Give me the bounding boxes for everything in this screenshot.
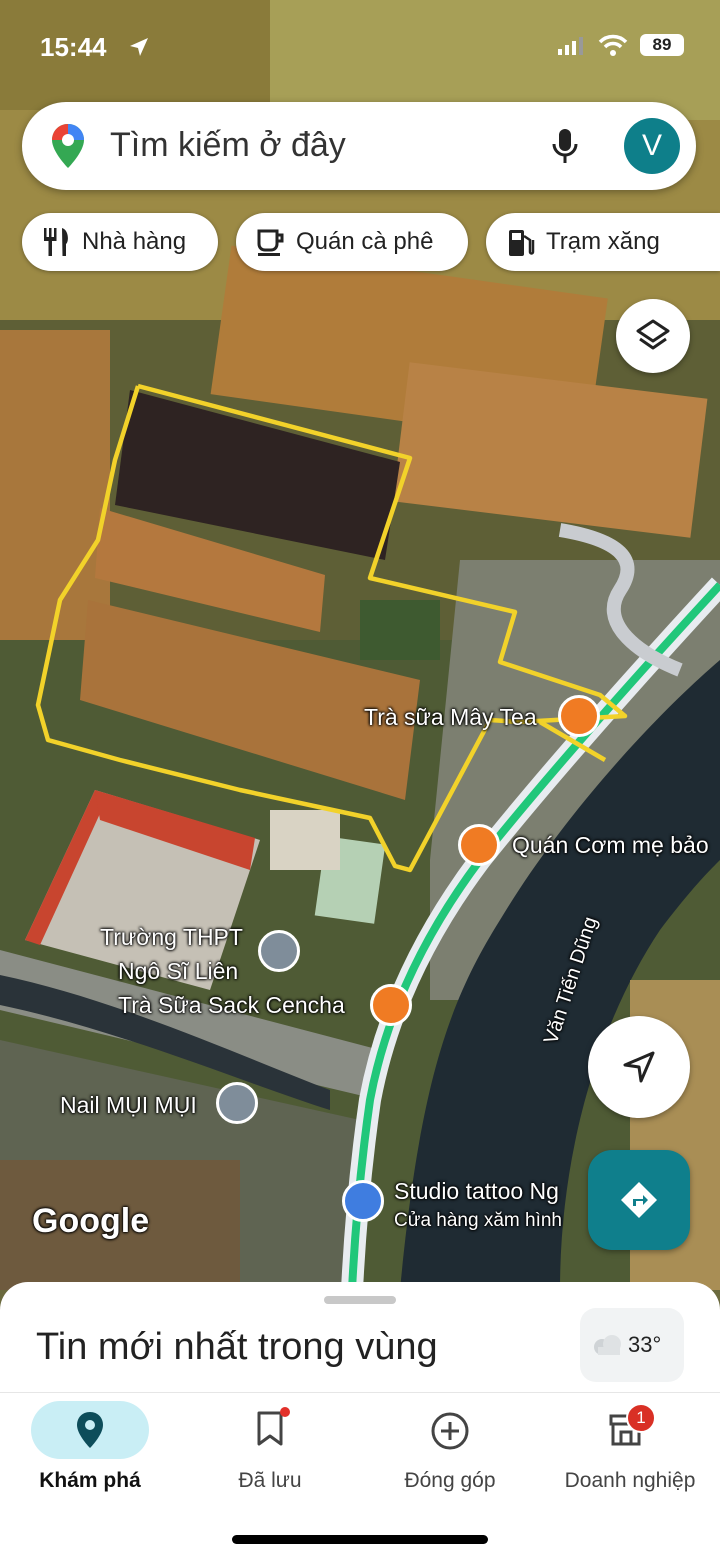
- nav-label: Đã lưu: [238, 1469, 302, 1492]
- cloud-icon: [594, 1335, 621, 1355]
- nav-saved[interactable]: Đã lưu: [180, 1393, 360, 1513]
- cafe-icon[interactable]: [558, 695, 600, 737]
- chip-label: Trạm xăng: [546, 228, 660, 255]
- nav-label: Đóng góp: [404, 1469, 496, 1492]
- temperature: 33°: [628, 1332, 662, 1357]
- my-location-button[interactable]: [588, 1016, 690, 1118]
- nav-contribute[interactable]: Đóng góp: [360, 1393, 540, 1513]
- sheet-drag-handle[interactable]: [324, 1296, 396, 1304]
- place-subtitle-studio-tattoo: Cửa hàng xăm hình: [394, 1210, 562, 1231]
- microphone-icon[interactable]: [552, 128, 578, 164]
- chip-restaurants[interactable]: Nhà hàng: [22, 213, 218, 271]
- search-bar[interactable]: Tìm kiếm ở đây V: [22, 102, 696, 190]
- google-watermark: Google: [32, 1202, 150, 1240]
- place-icon[interactable]: [216, 1082, 258, 1124]
- location-arrow-icon: [130, 38, 148, 56]
- layers-icon: [636, 319, 670, 350]
- nav-label: Doanh nghiệp: [564, 1469, 696, 1492]
- place-label-truong-thpt[interactable]: Trường THPT: [100, 924, 243, 951]
- chip-label: Nhà hàng: [82, 228, 187, 255]
- bookmark-icon: [257, 1411, 283, 1446]
- nav-label: Khám phá: [39, 1469, 141, 1492]
- maps-logo-icon: [52, 124, 84, 168]
- place-label-ngo-si-lien[interactable]: Ngô Sĩ Liên: [118, 958, 238, 985]
- status-time: 15:44: [40, 32, 107, 62]
- chip-gas-station[interactable]: Trạm xăng: [486, 213, 720, 271]
- battery-indicator: 89: [640, 34, 684, 56]
- navigation-arrow-icon: [623, 1051, 655, 1083]
- school-icon[interactable]: [258, 930, 300, 972]
- place-label-nail-mui-mui[interactable]: Nail MỤI MỤI: [60, 1092, 197, 1119]
- signal-icon: [558, 37, 583, 55]
- account-avatar[interactable]: V: [624, 118, 680, 174]
- business-count-badge: 1: [626, 1403, 656, 1433]
- wifi-icon: [598, 34, 628, 56]
- directions-button[interactable]: [588, 1150, 690, 1250]
- place-label-studio-tattoo[interactable]: Studio tattoo Ng: [394, 1178, 559, 1205]
- restaurant-icon[interactable]: [458, 824, 500, 866]
- home-indicator[interactable]: [232, 1535, 488, 1544]
- saved-dot-badge: [280, 1407, 290, 1417]
- restaurant-icon: [44, 228, 68, 256]
- place-label-tra-sua-sack-cencha[interactable]: Trà Sữa Sack Cencha: [118, 992, 345, 1019]
- cafe-icon[interactable]: [370, 984, 412, 1026]
- sheet-title: Tin mới nhất trong vùng: [36, 1326, 438, 1368]
- layers-button[interactable]: [616, 299, 690, 373]
- explore-pin-icon: [77, 1412, 103, 1448]
- gas-station-icon: [509, 230, 535, 256]
- status-bar: 15:44 89: [0, 28, 720, 68]
- nav-explore[interactable]: Khám phá: [0, 1393, 180, 1513]
- place-label-quan-com-me-bao[interactable]: Quán Cơm mẹ bảo: [512, 832, 709, 859]
- map-view[interactable]: 15:44 89 Tìm kiếm ở đây V Nhà hàng Quán …: [0, 0, 720, 1290]
- shop-icon[interactable]: [342, 1180, 384, 1222]
- nav-business[interactable]: 1 Doanh nghiệp: [540, 1393, 720, 1513]
- place-label-tra-sua-may-tea[interactable]: Trà sữa Mây Tea: [364, 704, 537, 731]
- add-circle-icon: [431, 1412, 469, 1450]
- directions-icon: [621, 1182, 657, 1218]
- chip-label: Quán cà phê: [296, 228, 434, 255]
- bottom-navigation: Khám phá Đã lưu Đóng góp 1 Doanh nghiệp: [0, 1392, 720, 1559]
- search-placeholder[interactable]: Tìm kiếm ở đây: [110, 126, 346, 165]
- coffee-icon: [257, 229, 284, 256]
- weather-badge: 33°: [580, 1308, 684, 1382]
- chip-coffee[interactable]: Quán cà phê: [236, 213, 468, 271]
